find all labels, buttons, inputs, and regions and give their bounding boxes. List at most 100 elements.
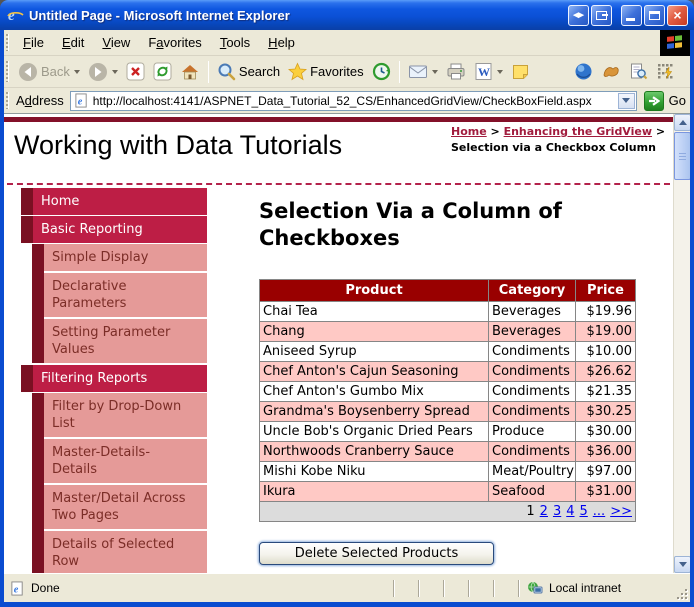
menu-file[interactable]: File <box>14 31 53 54</box>
minimize-icon <box>626 17 635 21</box>
pager-ellipsis-link[interactable]: ... <box>593 504 605 519</box>
pager-page-link[interactable]: 4 <box>566 504 574 519</box>
page-title: Selection Via a Column of Checkboxes <box>259 199 562 250</box>
address-input[interactable]: e http://localhost:4141/ASPNET_Data_Tuto… <box>69 90 637 111</box>
table-row: Aniseed Syrup Condiments $10.00 <box>259 341 636 362</box>
pager-page-link[interactable]: 2 <box>540 504 548 519</box>
search-label: Search <box>238 64 281 79</box>
menu-help[interactable]: Help <box>259 31 304 54</box>
pager-page-link[interactable]: 3 <box>553 504 561 519</box>
menu-tools[interactable]: Tools <box>211 31 259 54</box>
edit-with-word-button[interactable]: W <box>470 60 507 83</box>
sidebar-item-master-details-details[interactable]: Master-Details-Details <box>44 439 207 483</box>
go-label: Go <box>668 93 686 108</box>
history-button[interactable] <box>368 60 395 83</box>
close-button[interactable]: × <box>667 4 688 26</box>
favorites-icon <box>288 62 308 81</box>
sidebar-item-setting-parameter-values[interactable]: Setting Parameter Values <box>44 319 207 363</box>
breadcrumb-section-link[interactable]: Enhancing the GridView <box>504 125 652 138</box>
resize-grip[interactable] <box>676 574 690 602</box>
vertical-scrollbar[interactable] <box>673 114 690 573</box>
msn-button[interactable] <box>597 60 625 83</box>
stop-button[interactable] <box>122 60 149 83</box>
windows-messenger-button[interactable] <box>652 60 679 83</box>
maximize-button[interactable] <box>644 4 665 26</box>
messenger-button[interactable] <box>570 60 597 83</box>
back-button[interactable]: Back <box>14 60 84 84</box>
print-button[interactable] <box>442 60 470 83</box>
sidebar-item-details-of-selected-row[interactable]: Details of Selected Row <box>44 531 207 573</box>
address-dropdown-button[interactable] <box>617 92 635 109</box>
pager-next-link[interactable]: >> <box>610 504 632 519</box>
svg-text:W: W <box>478 65 490 79</box>
research-button[interactable] <box>625 60 652 83</box>
print-icon <box>447 63 465 80</box>
minimize-button[interactable] <box>621 4 642 26</box>
home-button[interactable] <box>176 60 204 84</box>
status-message: e Done <box>4 580 393 596</box>
scroll-down-button[interactable] <box>674 556 690 573</box>
menu-edit[interactable]: Edit <box>53 31 93 54</box>
table-row: Ikura Seafood $31.00 <box>259 481 636 502</box>
favorites-button[interactable]: Favorites <box>284 60 367 83</box>
table-row: Grandma's Boysenberry Spread Condiments $3… <box>259 401 636 422</box>
sidebar-item-home[interactable]: Home <box>21 188 207 215</box>
breadcrumb-current: Selection via a Checkbox Column <box>451 141 656 154</box>
site-title: Working with Data Tutorials <box>14 130 343 160</box>
refresh-button[interactable] <box>149 60 176 83</box>
addressbar-grip[interactable] <box>6 91 9 110</box>
page-search-icon <box>630 63 647 80</box>
word-icon: W <box>475 63 492 80</box>
zone-text: Local intranet <box>549 581 622 595</box>
screen-toggle-button[interactable]: ◀▶ <box>568 4 589 26</box>
delete-selected-products-button[interactable]: Delete Selected Products <box>259 542 494 565</box>
table-row: Uncle Bob's Organic Dried Pears Produce $3… <box>259 421 636 442</box>
local-intranet-icon <box>528 581 543 593</box>
back-label: Back <box>41 64 70 79</box>
sidebar-item-master-detail-across-two-pages[interactable]: Master/Detail Across Two Pages <box>44 485 207 529</box>
forward-button[interactable] <box>84 60 122 84</box>
note-icon <box>512 65 528 79</box>
screen-toggle-icon: ◀▶ <box>573 12 584 19</box>
menubar-grip[interactable] <box>6 33 9 52</box>
mail-dropdown-icon <box>431 69 438 74</box>
header-top-rule <box>4 117 673 122</box>
go-button[interactable]: Go <box>643 90 686 111</box>
popout-icon <box>596 10 608 20</box>
svg-text:e: e <box>8 8 15 24</box>
page-ie-icon: e <box>75 93 87 108</box>
address-url: http://localhost:4141/ASPNET_Data_Tutori… <box>92 93 592 108</box>
notes-button[interactable] <box>507 60 534 83</box>
table-row: Chef Anton's Cajun Seasoning Condiments $2… <box>259 361 636 382</box>
maximize-icon <box>649 10 660 20</box>
pager-current-page: 1 <box>526 504 535 519</box>
toolbar-grip[interactable] <box>6 60 9 83</box>
messenger-sphere-icon <box>575 63 592 80</box>
mail-icon <box>408 65 427 78</box>
svg-text:e: e <box>77 96 82 107</box>
mail-button[interactable] <box>404 60 442 83</box>
table-row: Chef Anton's Gumbo Mix Condiments $21.35 <box>259 381 636 402</box>
sidebar-item-basic-reporting[interactable]: Basic Reporting <box>21 216 207 243</box>
sidebar-item-filtering-reports[interactable]: Filtering Reports <box>21 365 207 392</box>
edit-dropdown-icon <box>496 69 503 74</box>
breadcrumb-separator: > <box>486 125 504 138</box>
sidebar-item-declarative-parameters[interactable]: Declarative Parameters <box>44 273 207 317</box>
stop-icon <box>126 62 145 81</box>
go-arrow-icon <box>643 90 664 111</box>
status-text: Done <box>31 581 60 595</box>
table-row: Mishi Kobe Niku Meat/Poultry $97.00 <box>259 461 636 482</box>
column-header-price: Price <box>575 279 636 302</box>
breadcrumb-home-link[interactable]: Home <box>451 125 487 138</box>
scrollbar-thumb[interactable] <box>674 132 690 180</box>
menu-favorites[interactable]: Favorites <box>139 31 210 54</box>
menu-view[interactable]: View <box>93 31 139 54</box>
sidebar-item-filter-by-drop-down-list[interactable]: Filter by Drop-Down List <box>44 393 207 437</box>
notch <box>21 216 33 243</box>
scroll-up-button[interactable] <box>674 114 690 131</box>
popout-button[interactable] <box>591 4 612 26</box>
close-icon: × <box>673 7 682 23</box>
search-button[interactable]: Search <box>213 60 284 83</box>
sidebar-item-simple-display[interactable]: Simple Display <box>44 244 207 271</box>
pager-page-link[interactable]: 5 <box>580 504 588 519</box>
